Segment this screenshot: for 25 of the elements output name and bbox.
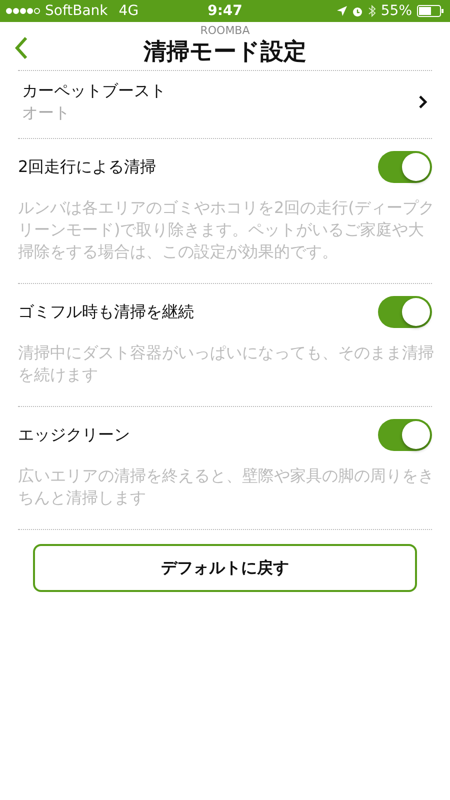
battery-icon	[417, 5, 444, 17]
setting-label: ゴミフル時も清掃を継続	[18, 301, 194, 323]
setting-row[interactable]: カーペットブースト オート	[18, 70, 432, 138]
reset-button[interactable]: デフォルトに戻す	[33, 544, 417, 592]
alarm-icon	[352, 6, 363, 16]
setting-description: 清掃中にダスト容器がいっぱいになっても、そのまま清掃を続けます	[18, 342, 435, 386]
setting-value: オート	[22, 103, 71, 124]
battery-percent: 55%	[380, 3, 412, 19]
setting-label: エッジクリーン	[18, 424, 130, 446]
chevron-icon	[418, 94, 428, 108]
setting-label: カーペットブースト	[22, 80, 166, 102]
setting-description: 広いエリアの清掃を終えると、壁際や家具の脚の周りをきちんと清掃します	[18, 465, 435, 509]
setting-description: ルンバは各エリアのゴミやホコリを2回の走行(ディープクリーンモード)で取り除きます。ペットがいるご家庭や大掃除をする場合は、この設定が効果的です。	[18, 197, 436, 263]
toggle-switch[interactable]	[378, 419, 432, 451]
back-icon[interactable]	[14, 36, 28, 60]
app-name: ROOMBA	[199, 23, 251, 37]
carrier-name: SoftBank	[45, 3, 108, 19]
clock-time: 9:47	[208, 3, 242, 19]
network-type: 4G	[118, 3, 139, 19]
bluetooth-icon	[368, 5, 376, 17]
toggle-switch[interactable]	[378, 296, 432, 328]
screen-title: 清掃モード設定	[144, 38, 306, 67]
setting-label: 2回走行による清掃	[18, 156, 156, 178]
toggle-switch[interactable]	[378, 151, 432, 183]
location-icon	[336, 6, 347, 16]
